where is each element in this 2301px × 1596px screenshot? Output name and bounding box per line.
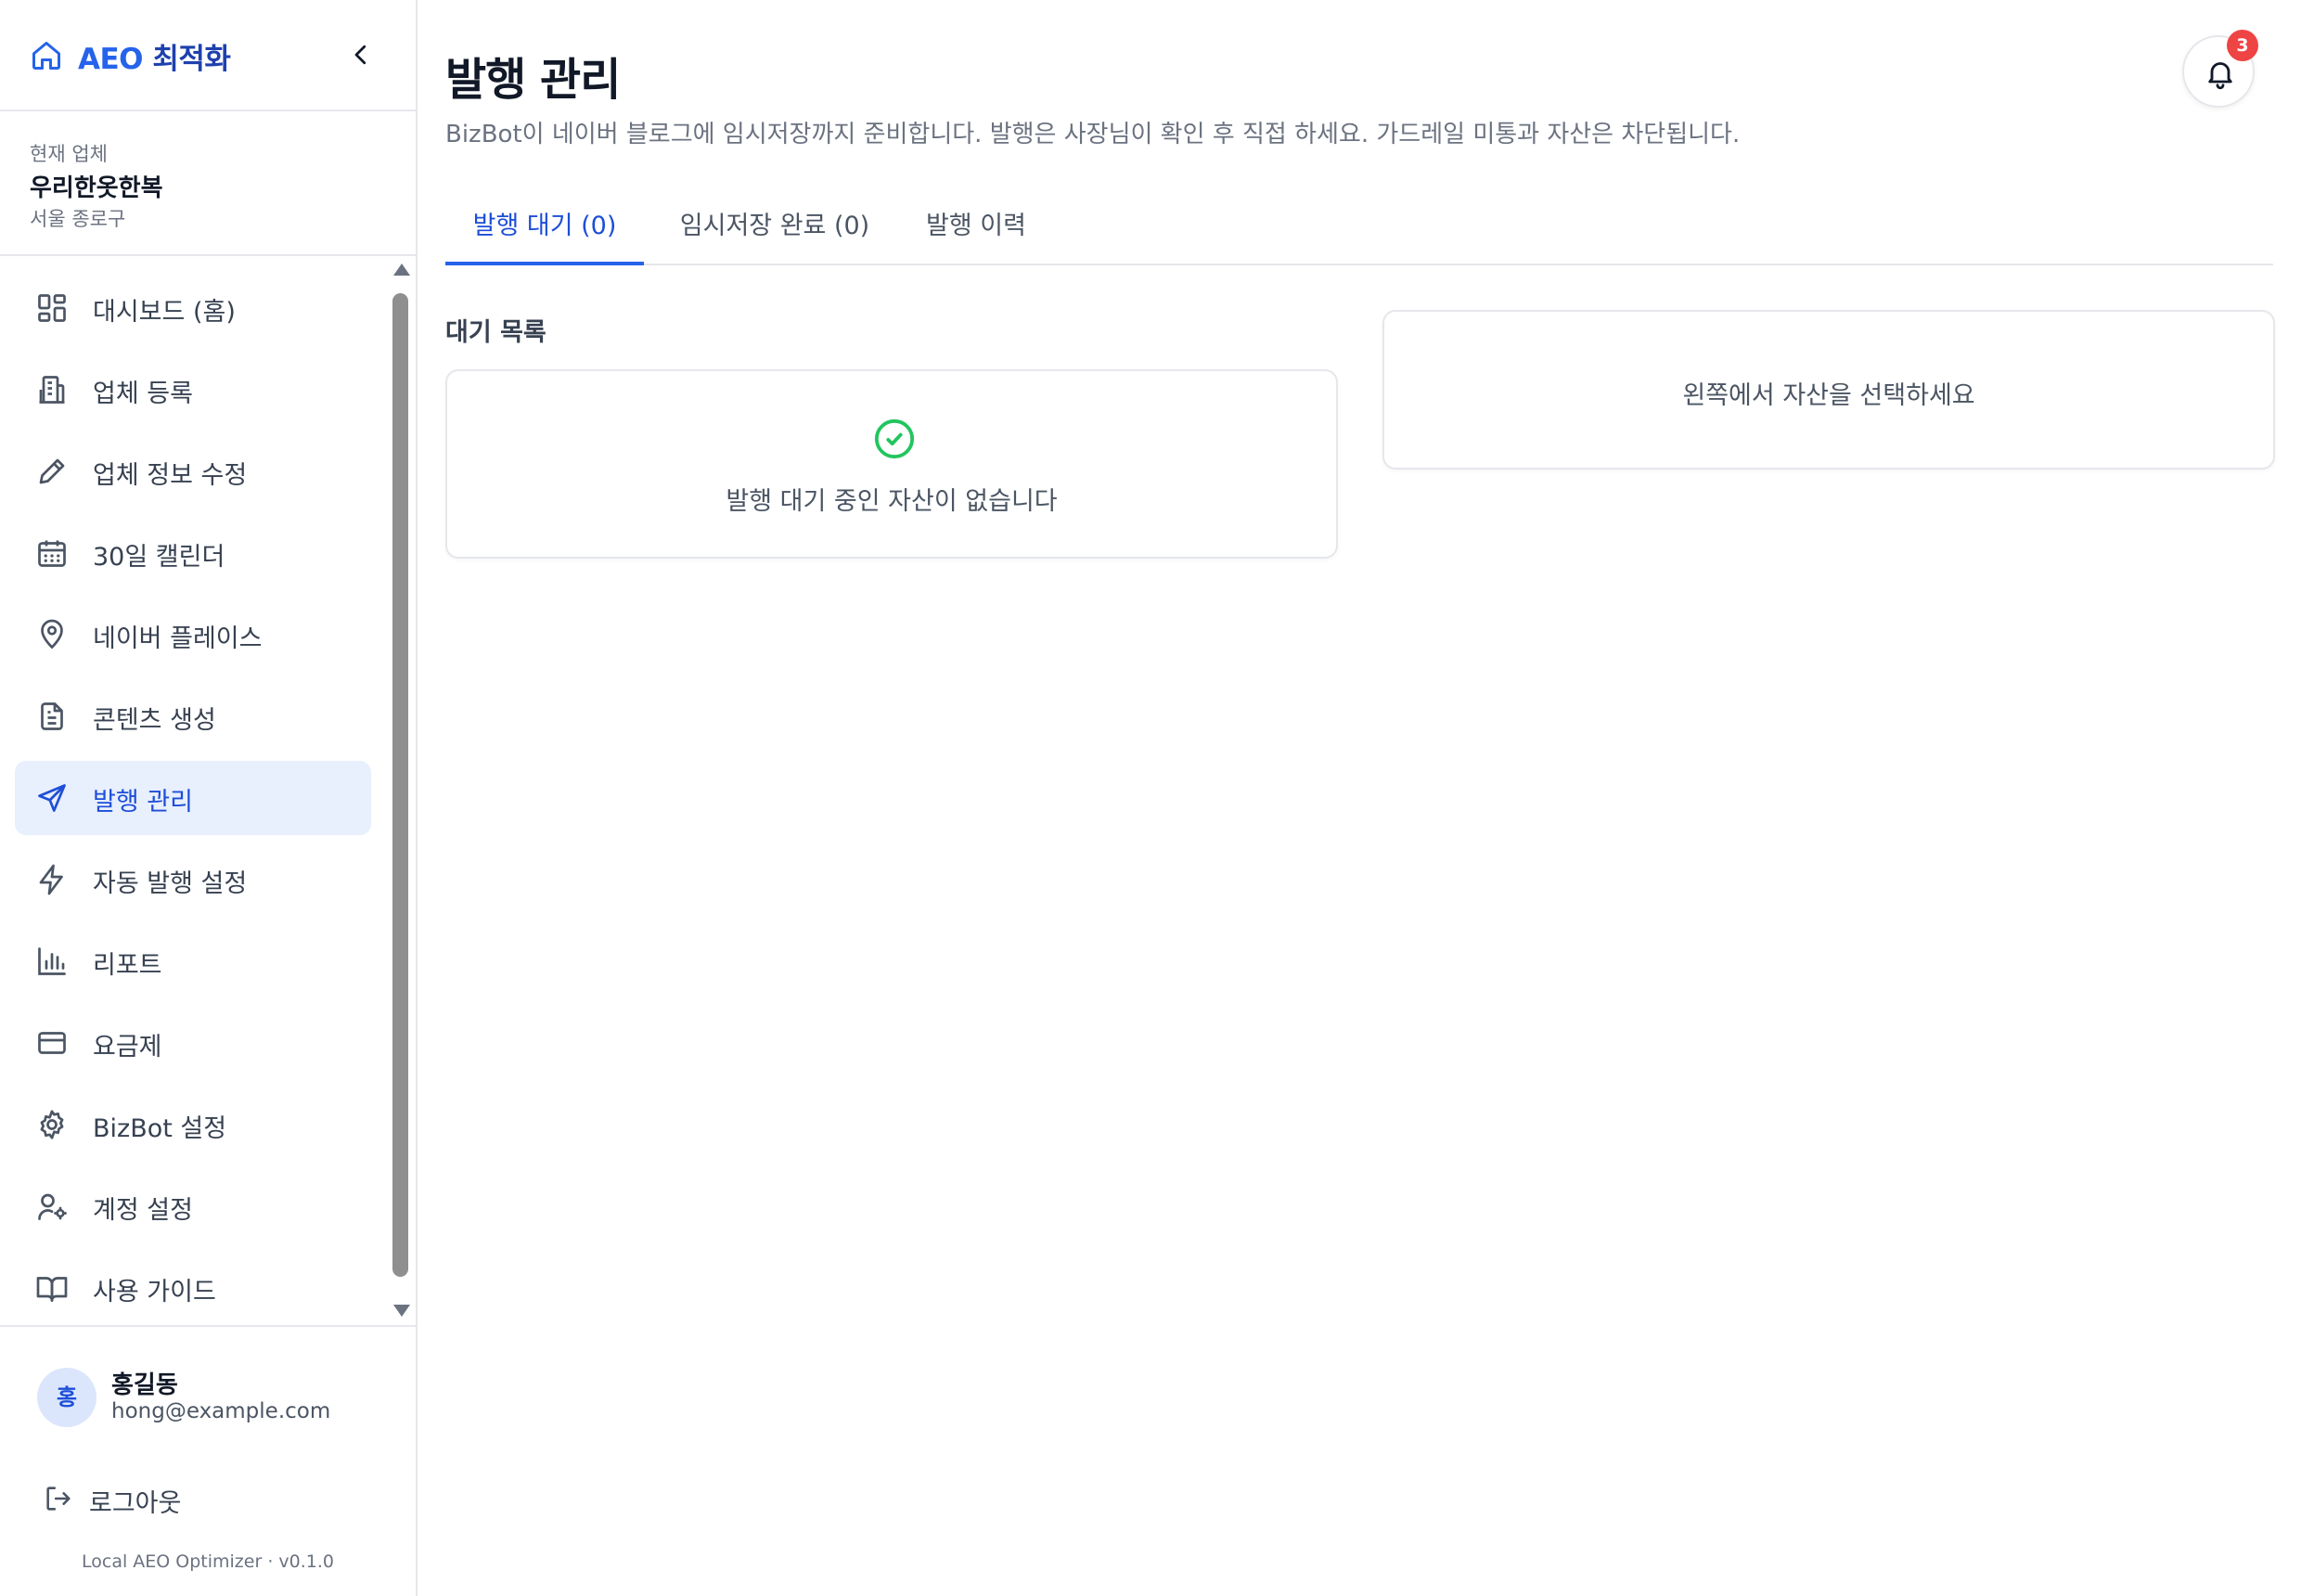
user-name: 홍길동 xyxy=(111,1371,178,1399)
sidebar-item-label: BizBot 설정 xyxy=(93,1114,227,1143)
scroll-down-arrow[interactable] xyxy=(393,1305,410,1317)
business-name: 우리한옷한복 xyxy=(30,174,163,202)
calendar-icon xyxy=(38,540,66,567)
send-icon xyxy=(38,784,66,812)
empty-queue-message: 발행 대기 중인 자산이 없습니다 xyxy=(726,487,1058,516)
sidebar-item-label: 업체 등록 xyxy=(93,380,193,408)
home-icon xyxy=(32,42,60,70)
app-title: AEO 최적화 xyxy=(78,35,231,77)
scroll-up-arrow[interactable] xyxy=(393,264,410,276)
avatar: 홍 xyxy=(37,1368,96,1427)
sidebar-item-label: 업체 정보 수정 xyxy=(93,461,248,490)
app-title-prefix: AEO xyxy=(78,43,144,76)
sidebar-item-account-settings[interactable]: 계정 설정 xyxy=(15,1169,371,1243)
page-title: 발행 관리 xyxy=(445,54,621,106)
sidebar-item-content[interactable]: 콘텐츠 생성 xyxy=(15,679,371,753)
bar-chart-icon xyxy=(38,947,66,975)
sidebar-item-business-edit[interactable]: 업체 정보 수정 xyxy=(15,434,371,508)
collapse-sidebar-button[interactable] xyxy=(347,41,375,69)
map-pin-icon xyxy=(41,619,63,650)
queue-section-title: 대기 목록 xyxy=(445,318,546,347)
sidebar-item-label: 30일 캘린더 xyxy=(93,543,225,572)
tab-bar: 발행 대기 (0) 임시저장 완료 (0) 발행 이력 xyxy=(445,191,2273,265)
credit-card-icon xyxy=(38,1032,66,1054)
select-asset-prompt: 왼쪽에서 자산을 선택하세요 xyxy=(1682,381,1975,410)
notification-badge: 3 xyxy=(2227,30,2258,61)
app-title-suffix: 최적화 xyxy=(143,43,231,76)
tab-drafts-saved[interactable]: 임시저장 완료 (0) xyxy=(644,191,906,265)
sidebar-item-label: 계정 설정 xyxy=(93,1196,193,1225)
sidebar-item-bizbot-settings[interactable]: BizBot 설정 xyxy=(15,1088,371,1162)
sidebar-item-label: 사용 가이드 xyxy=(93,1278,216,1306)
queue-list-card: 발행 대기 중인 자산이 없습니다 xyxy=(445,369,1338,559)
pencil-icon xyxy=(39,458,65,484)
sidebar-item-business-register[interactable]: 업체 등록 xyxy=(15,353,371,427)
sidebar-item-publish[interactable]: 발행 관리 xyxy=(15,761,371,835)
sidebar-scrollbar[interactable] xyxy=(390,264,412,1319)
bell-icon xyxy=(2208,62,2232,90)
current-business: 현재 업체 우리한옷한복 서울 종로구 xyxy=(0,111,416,256)
logout-label: 로그아웃 xyxy=(89,1489,182,1518)
grid-icon xyxy=(38,294,66,322)
check-circle-icon xyxy=(874,418,915,459)
business-location: 서울 종로구 xyxy=(30,208,126,230)
asset-detail-card: 왼쪽에서 자산을 선택하세요 xyxy=(1382,310,2275,470)
business-label: 현재 업체 xyxy=(30,143,108,165)
tab-history[interactable]: 발행 이력 xyxy=(906,191,1047,265)
sidebar-nav: 대시보드 (홈) 업체 등록 업체 정보 수정 30일 캘린더 네이버 플레이스… xyxy=(0,258,416,1325)
building-icon xyxy=(39,376,65,404)
sidebar-item-label: 발행 관리 xyxy=(93,788,193,817)
sidebar-item-label: 리포트 xyxy=(93,951,162,980)
sidebar-item-pricing[interactable]: 요금제 xyxy=(15,1006,371,1080)
logout-icon xyxy=(46,1487,71,1511)
user-email: hong@example.com xyxy=(111,1399,331,1423)
gear-icon xyxy=(40,1110,64,1139)
tab-pending[interactable]: 발행 대기 (0) xyxy=(445,191,644,265)
sidebar-item-report[interactable]: 리포트 xyxy=(15,924,371,998)
user-panel: 홍 홍길동 hong@example.com 로그아웃 Local AEO Op… xyxy=(0,1325,416,1596)
app-version: Local AEO Optimizer · v0.1.0 xyxy=(82,1551,334,1572)
logout-button[interactable]: 로그아웃 xyxy=(33,1475,275,1522)
user-cog-icon xyxy=(38,1193,67,1220)
sidebar-item-guide[interactable]: 사용 가이드 xyxy=(15,1251,371,1325)
sidebar-item-label: 네이버 플레이스 xyxy=(93,624,263,653)
brand-header: AEO 최적화 xyxy=(0,0,416,111)
book-icon xyxy=(36,1277,68,1302)
scroll-thumb[interactable] xyxy=(392,293,408,1277)
sidebar-item-label: 콘텐츠 생성 xyxy=(93,706,216,735)
main-content: 발행 관리 BizBot이 네이버 블로그에 임시저장까지 준비합니다. 발행은… xyxy=(419,0,2301,1596)
sidebar-item-label: 요금제 xyxy=(93,1033,162,1062)
sidebar-item-calendar[interactable]: 30일 캘린더 xyxy=(15,516,371,590)
document-icon xyxy=(41,702,63,730)
bolt-icon xyxy=(39,864,63,895)
sidebar-item-naver-place[interactable]: 네이버 플레이스 xyxy=(15,598,371,672)
sidebar-item-label: 자동 발행 설정 xyxy=(93,869,248,898)
sidebar-item-label: 대시보드 (홈) xyxy=(93,298,236,327)
sidebar: AEO 최적화 현재 업체 우리한옷한복 서울 종로구 대시보드 (홈) 업체 … xyxy=(0,0,418,1596)
page-description: BizBot이 네이버 블로그에 임시저장까지 준비합니다. 발행은 사장님이 … xyxy=(445,121,1741,148)
sidebar-item-auto-publish[interactable]: 자동 발행 설정 xyxy=(15,843,371,917)
sidebar-item-dashboard[interactable]: 대시보드 (홈) xyxy=(15,271,371,345)
